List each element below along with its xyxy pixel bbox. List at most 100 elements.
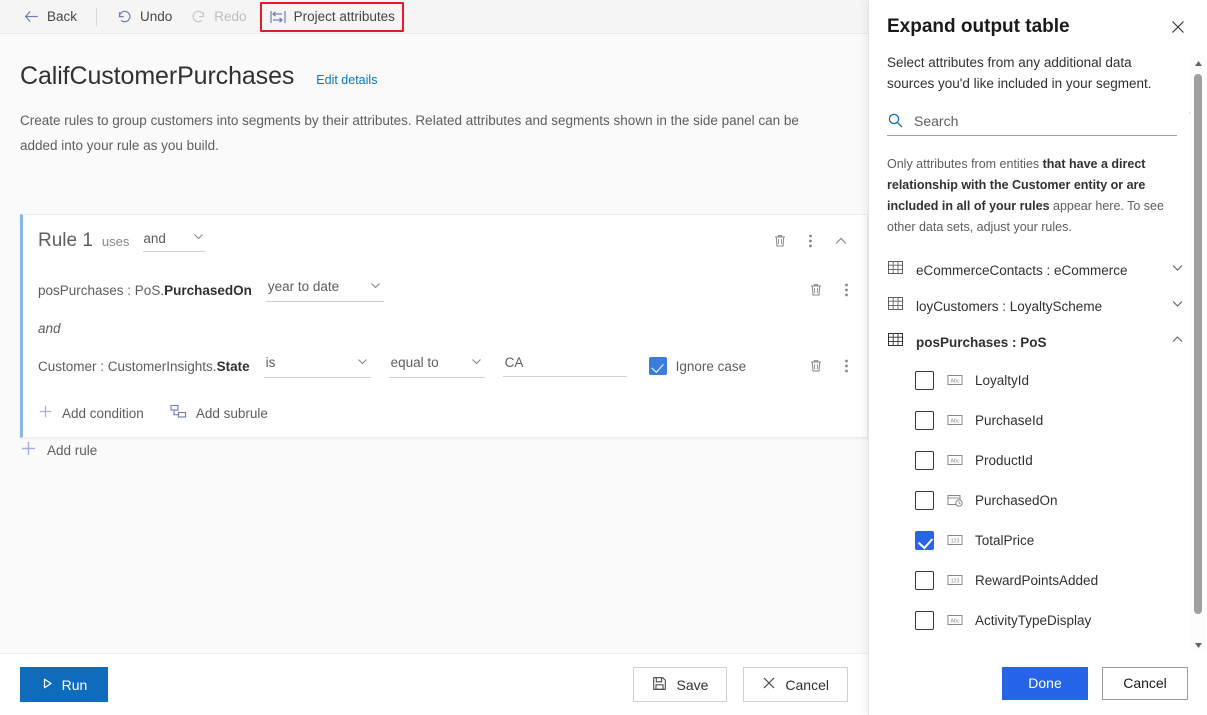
- svg-text:123: 123: [951, 538, 960, 544]
- table-icon: [887, 331, 904, 353]
- attribute-row[interactable]: Abc LoyaltyId: [869, 360, 1207, 400]
- condition-row: posPurchases : PoS.PurchasedOn year to d…: [23, 267, 867, 313]
- chevron-down-icon: [1170, 296, 1185, 316]
- condition-attribute-prefix: Customer : CustomerInsights.: [38, 358, 217, 374]
- condition-actions: [808, 281, 849, 299]
- attribute-row-selected[interactable]: 123 TotalPrice: [869, 520, 1207, 560]
- panel-note: Only attributes from entities that have …: [869, 136, 1207, 238]
- condition-attribute: posPurchases : PoS.PurchasedOn: [38, 283, 252, 298]
- cancel-button[interactable]: Cancel: [743, 667, 848, 702]
- close-icon: [762, 676, 776, 693]
- scrollbar-thumb[interactable]: [1194, 74, 1202, 614]
- data-source-name: posPurchases : PoS: [916, 334, 1047, 350]
- condition-attribute-field: State: [216, 358, 250, 374]
- expand-output-table-panel: Expand output table Select attributes fr…: [868, 0, 1207, 715]
- attribute-row[interactable]: Abc PurchaseId: [869, 400, 1207, 440]
- main-content-area: Back Undo Redo Project attributes CalifC…: [0, 0, 868, 715]
- checkbox-checked-icon: [648, 357, 667, 375]
- rule-action-links: Add condition Add subrule: [23, 389, 867, 437]
- redo-button[interactable]: Redo: [181, 3, 255, 31]
- condition-value-input[interactable]: CA: [502, 355, 627, 377]
- attribute-row[interactable]: Abc ProductId: [869, 440, 1207, 480]
- scrollbar-track[interactable]: [1190, 70, 1206, 638]
- arrow-left-icon: [23, 8, 40, 25]
- condition-operator-value: equal to: [390, 355, 439, 370]
- search-input[interactable]: [914, 112, 1177, 129]
- chevron-down-icon: [1170, 260, 1185, 280]
- attribute-checkbox[interactable]: [915, 570, 934, 590]
- panel-scrollbar[interactable]: [1190, 56, 1206, 652]
- attribute-name: PurchasedOn: [975, 492, 1058, 508]
- chevron-down-icon: [369, 279, 382, 295]
- undo-label: Undo: [140, 9, 173, 24]
- scroll-up-arrow[interactable]: [1194, 56, 1203, 70]
- ignore-case-checkbox[interactable]: Ignore case: [648, 357, 746, 375]
- back-button[interactable]: Back: [14, 3, 86, 31]
- data-source-row[interactable]: eCommerceContacts : eCommerce: [869, 252, 1207, 288]
- attribute-checkbox[interactable]: [915, 410, 934, 430]
- attribute-row[interactable]: 123 RewardPointsAdded: [869, 560, 1207, 600]
- condition-actions: [808, 357, 849, 375]
- project-attributes-label: Project attributes: [293, 9, 395, 24]
- rule-header-actions: [772, 232, 849, 250]
- attribute-checkbox-checked[interactable]: [915, 530, 934, 550]
- add-rule-button[interactable]: Add rule: [20, 440, 97, 460]
- svg-text:Abc: Abc: [950, 618, 959, 624]
- add-subrule-button[interactable]: Add subrule: [170, 404, 268, 422]
- condition-attribute: Customer : CustomerInsights.State: [38, 359, 250, 374]
- collapse-rule-icon[interactable]: [833, 235, 849, 248]
- condition-comparator-dropdown[interactable]: is: [263, 355, 371, 378]
- condition-more-options-icon[interactable]: [844, 281, 849, 299]
- condition-row: Customer : CustomerInsights.State is equ…: [23, 343, 867, 389]
- attribute-checkbox[interactable]: [915, 490, 934, 510]
- attribute-checkbox[interactable]: [915, 450, 934, 470]
- project-attributes-icon: [269, 9, 287, 25]
- panel-search: [887, 112, 1205, 136]
- delete-rule-icon[interactable]: [772, 233, 788, 249]
- undo-icon: [116, 8, 133, 25]
- panel-close-button[interactable]: [1167, 16, 1189, 38]
- rule-uses-label: uses: [101, 233, 130, 249]
- rule-more-options-icon[interactable]: [808, 232, 813, 250]
- undo-button[interactable]: Undo: [107, 3, 181, 31]
- data-source-row[interactable]: loyCustomers : LoyaltyScheme: [869, 288, 1207, 324]
- data-source-row-expanded[interactable]: posPurchases : PoS: [869, 324, 1207, 360]
- condition-attribute-prefix: posPurchases : PoS.: [38, 282, 165, 298]
- edit-details-link[interactable]: Edit details: [316, 73, 377, 87]
- date-type-icon: [947, 493, 963, 507]
- chevron-down-icon: [470, 355, 483, 371]
- condition-operator-dropdown[interactable]: equal to: [388, 355, 485, 378]
- condition-value-dropdown[interactable]: year to date: [265, 279, 384, 302]
- panel-cancel-button[interactable]: Cancel: [1102, 666, 1188, 700]
- page-title: CalifCustomerPurchases: [20, 62, 295, 90]
- attribute-checkbox[interactable]: [915, 610, 934, 630]
- condition-comparator-value: is: [265, 355, 276, 370]
- add-condition-label: Add condition: [62, 405, 144, 421]
- delete-condition-icon[interactable]: [808, 358, 824, 374]
- table-icon: [887, 295, 904, 317]
- rule-header: Rule 1 uses and: [23, 215, 867, 267]
- back-label: Back: [47, 9, 78, 24]
- command-bar: Back Undo Redo Project attributes: [0, 0, 868, 34]
- plus-icon: [38, 404, 53, 422]
- attribute-name: PurchaseId: [975, 412, 1044, 428]
- svg-text:Abc: Abc: [950, 378, 959, 384]
- play-icon: [41, 677, 54, 693]
- delete-condition-icon[interactable]: [808, 282, 824, 298]
- run-button[interactable]: Run: [20, 667, 108, 702]
- rule-operator-value: and: [143, 230, 166, 246]
- add-condition-button[interactable]: Add condition: [38, 404, 144, 422]
- attribute-row[interactable]: Abc ActivityTypeDisplay: [869, 600, 1207, 640]
- project-attributes-button[interactable]: Project attributes: [259, 1, 404, 32]
- text-type-icon: Abc: [947, 613, 963, 627]
- attribute-checkbox[interactable]: [915, 370, 934, 390]
- scroll-down-arrow[interactable]: [1194, 638, 1203, 652]
- redo-icon: [190, 8, 207, 25]
- panel-subtitle: Select attributes from any additional da…: [887, 55, 1152, 91]
- rule-operator-dropdown[interactable]: and: [143, 230, 206, 252]
- attribute-row[interactable]: PurchasedOn: [869, 480, 1207, 520]
- save-button[interactable]: Save: [633, 667, 728, 702]
- done-button[interactable]: Done: [1002, 666, 1088, 700]
- cancel-label: Cancel: [785, 676, 829, 693]
- condition-more-options-icon[interactable]: [844, 357, 849, 375]
